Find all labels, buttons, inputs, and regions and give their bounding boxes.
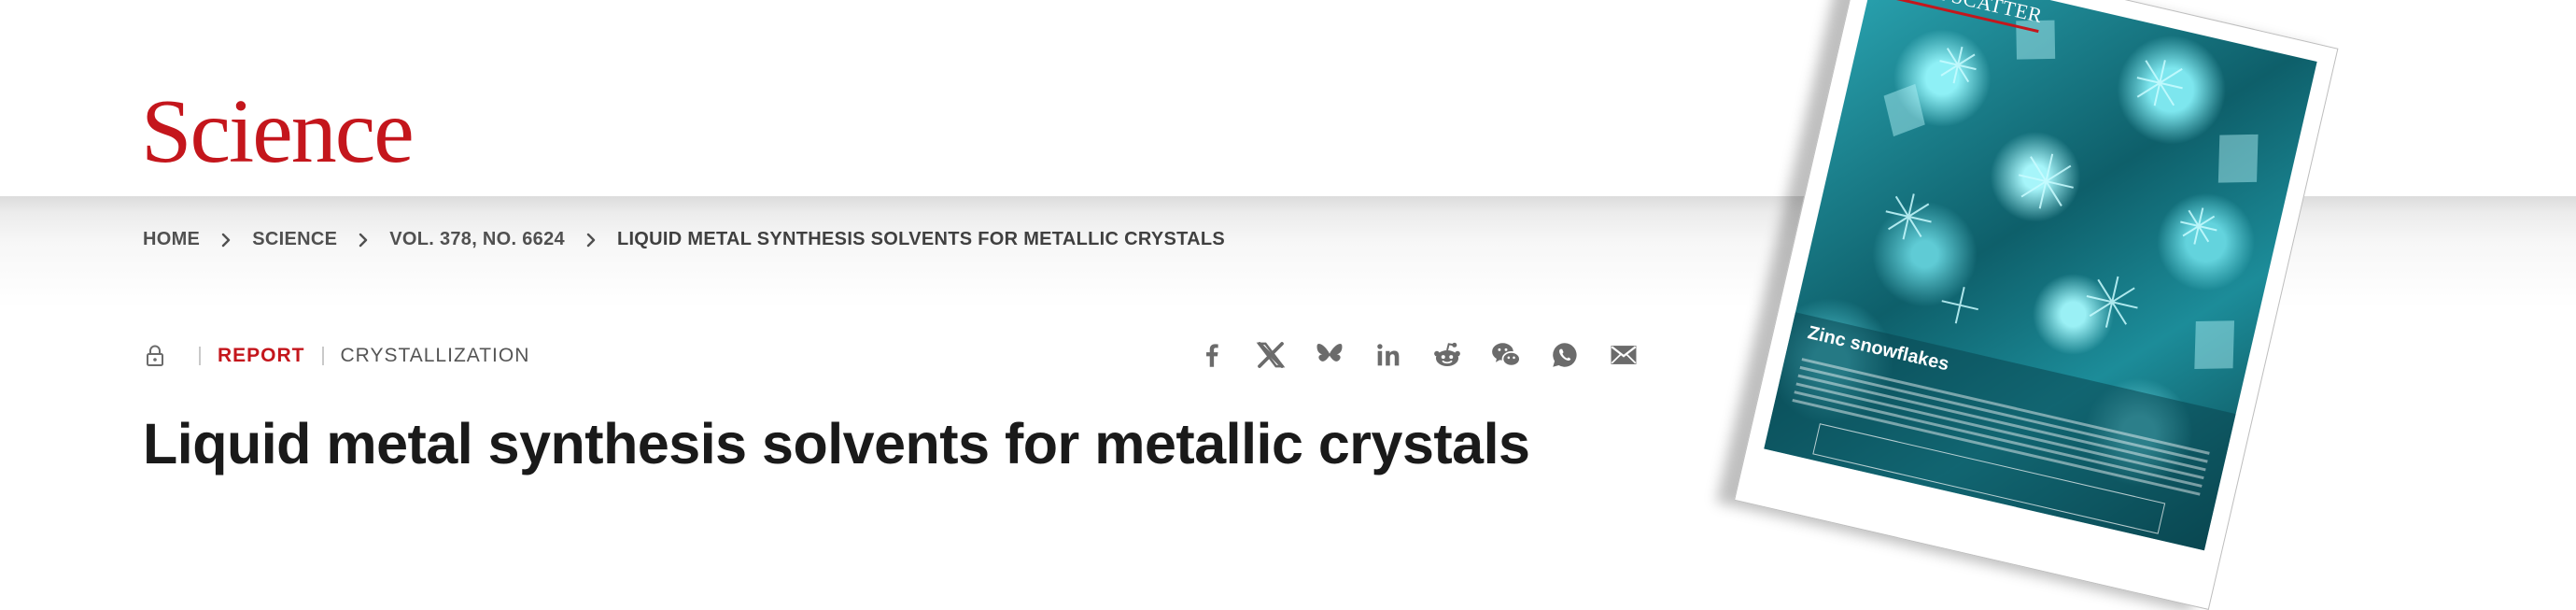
article-meta: REPORT CRYSTALLIZATION [145,344,529,368]
chevron-right-icon [217,231,235,249]
reddit-icon[interactable] [1430,338,1464,372]
breadcrumb-volume[interactable]: VOL. 378, NO. 6624 [389,229,565,250]
article-type-link[interactable]: REPORT [218,345,305,367]
divider [199,347,201,365]
share-toolbar [1195,338,1666,372]
science-logo[interactable]: Science [141,86,415,177]
breadcrumb-science[interactable]: SCIENCE [252,229,337,250]
x-icon[interactable] [1254,338,1288,372]
chevron-right-icon [354,231,373,249]
article-title: Liquid metal synthesis solvents for meta… [143,412,1530,475]
email-icon[interactable] [1607,338,1640,372]
whatsapp-icon[interactable] [1548,338,1582,372]
facebook-icon[interactable] [1195,338,1229,372]
bluesky-icon[interactable] [1313,338,1346,372]
divider [321,347,324,365]
topic-link[interactable]: CRYSTALLIZATION [341,345,530,367]
linkedin-icon[interactable] [1372,338,1405,372]
breadcrumb-current: LIQUID METAL SYNTHESIS SOLVENTS FOR META… [616,229,1226,249]
lock-icon [145,344,165,368]
breadcrumb-home[interactable]: HOME [143,229,200,250]
wechat-icon[interactable] [1489,338,1523,372]
chevron-right-icon [582,231,600,249]
breadcrumb: HOME SCIENCE VOL. 378, NO. 6624 LIQUID M… [143,229,1225,250]
